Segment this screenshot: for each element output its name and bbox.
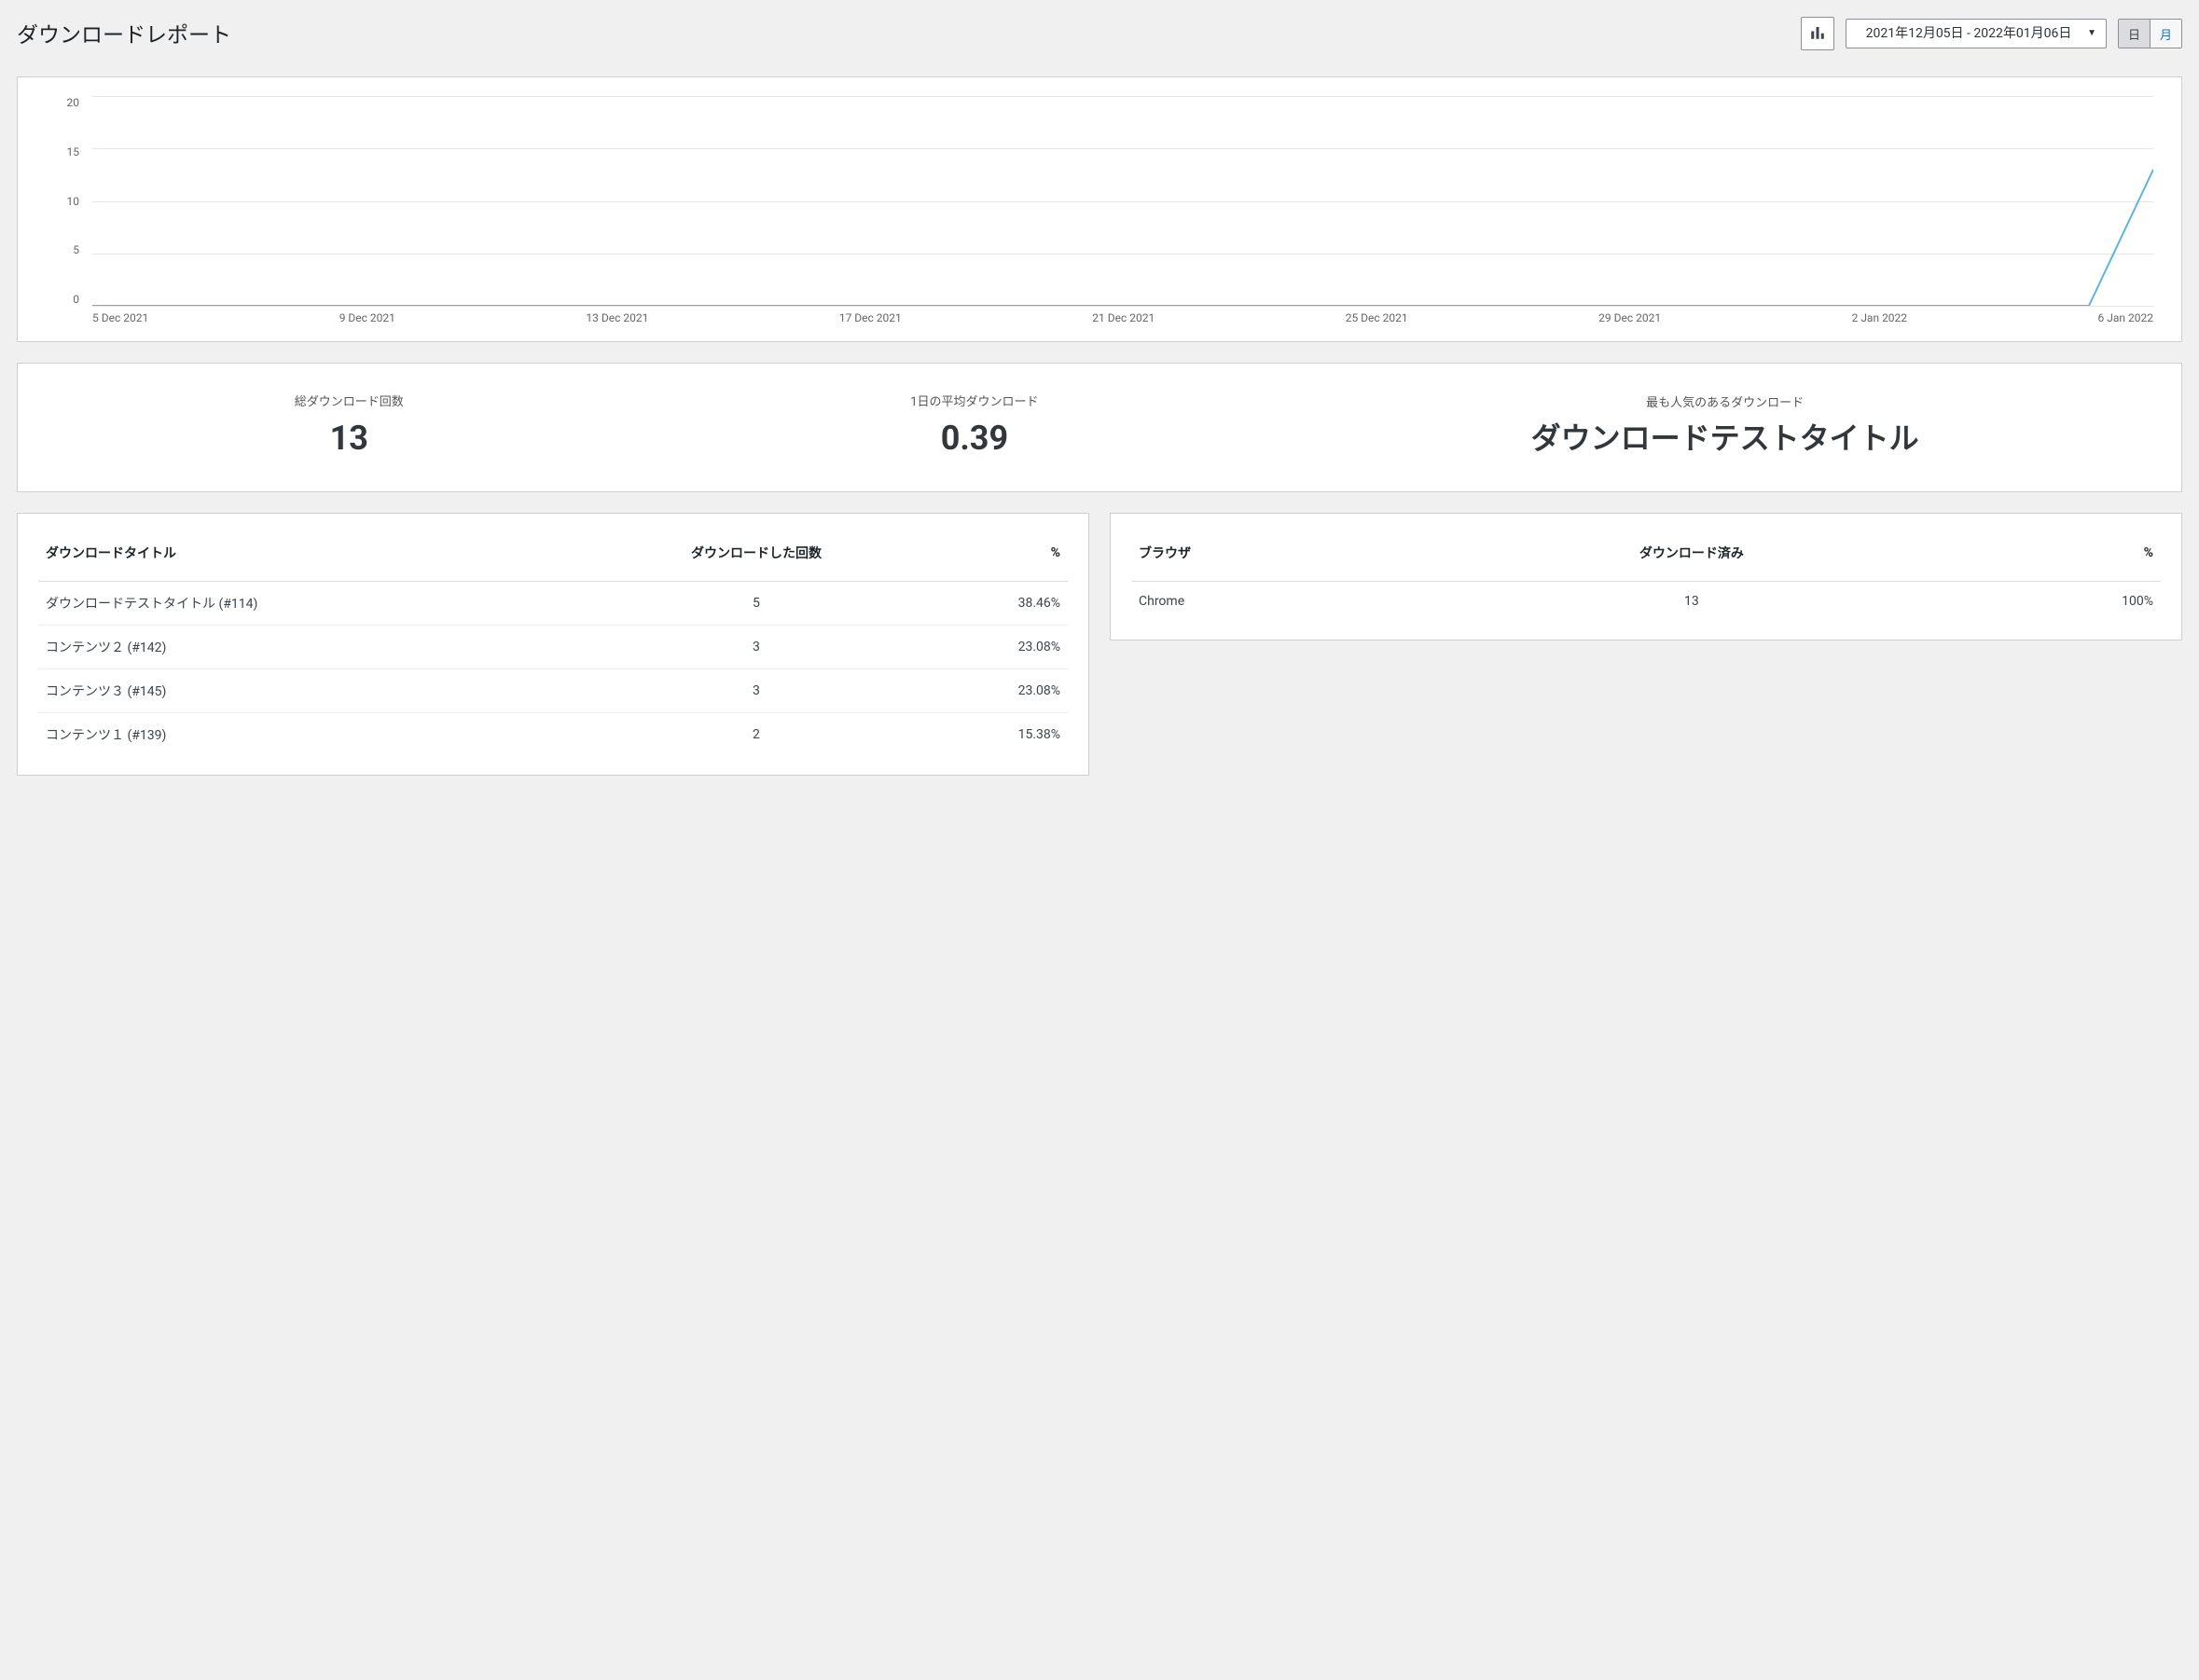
gridline bbox=[92, 306, 2153, 307]
chart-line-svg bbox=[92, 96, 2153, 306]
cell-pct: 23.08% bbox=[931, 669, 1068, 713]
col-browser: ブラウザ bbox=[1131, 532, 1428, 582]
browser-table-card: ブラウザ ダウンロード済み % Chrome13100% bbox=[1110, 513, 2182, 640]
cell-count: 3 bbox=[582, 626, 931, 669]
chart-type-button[interactable] bbox=[1801, 17, 1834, 50]
y-tick-label: 0 bbox=[46, 293, 79, 306]
chart-card: 20 15 10 5 0 5 Dec 2021 9 Dec 2021 13 Dec 2021… bbox=[17, 76, 2182, 342]
table-row: Chrome13100% bbox=[1131, 582, 2161, 622]
period-day-button[interactable]: 日 bbox=[2119, 20, 2151, 48]
titles-table-card: ダウンロードタイトル ダウンロードした回数 % ダウンロードテストタイトル (#… bbox=[17, 513, 1089, 776]
cell-title: コンテンツ１ (#139) bbox=[38, 713, 582, 757]
x-tick-label: 5 Dec 2021 bbox=[92, 311, 148, 324]
cell-pct: 23.08% bbox=[931, 626, 1068, 669]
titles-table: ダウンロードタイトル ダウンロードした回数 % ダウンロードテストタイトル (#… bbox=[38, 532, 1068, 756]
summary-popular-label: 最も人気のあるダウンロード bbox=[1287, 392, 2163, 410]
col-title: ダウンロードタイトル bbox=[38, 532, 582, 582]
table-header-row: ダウンロードタイトル ダウンロードした回数 % bbox=[38, 532, 1068, 582]
x-tick-label: 13 Dec 2021 bbox=[586, 311, 648, 324]
summary-total: 総ダウンロード回数 13 bbox=[36, 392, 662, 458]
bar-chart-icon bbox=[1809, 24, 1826, 44]
cell-count: 2 bbox=[582, 713, 931, 757]
period-month-button[interactable]: 月 bbox=[2151, 20, 2181, 48]
chart-plot bbox=[92, 96, 2153, 306]
chart-series-line bbox=[92, 170, 2153, 306]
table-row: コンテンツ１ (#139)215.38% bbox=[38, 713, 1068, 757]
cell-title: コンテンツ２ (#142) bbox=[38, 626, 582, 669]
summary-card: 総ダウンロード回数 13 1日の平均ダウンロード 0.39 最も人気のあるダウン… bbox=[17, 363, 2182, 492]
cell-title: コンテンツ３ (#145) bbox=[38, 669, 582, 713]
header-controls: 2021年12月05日 - 2022年01月06日 日 月 bbox=[1801, 17, 2182, 50]
chart-y-axis: 20 15 10 5 0 bbox=[46, 96, 92, 306]
table-row: コンテンツ３ (#145)323.08% bbox=[38, 669, 1068, 713]
chart-area: 20 15 10 5 0 5 Dec 2021 9 Dec 2021 13 Dec 2021… bbox=[46, 96, 2153, 324]
x-tick-label: 2 Jan 2022 bbox=[1852, 311, 1907, 324]
cell-title: ダウンロードテストタイトル (#114) bbox=[38, 582, 582, 626]
col-count: ダウンロード済み bbox=[1428, 532, 1956, 582]
y-tick-label: 5 bbox=[46, 243, 79, 256]
x-tick-label: 6 Jan 2022 bbox=[2098, 311, 2153, 324]
cell-count: 5 bbox=[582, 582, 931, 626]
cell-pct: 100% bbox=[1956, 582, 2161, 622]
col-pct: % bbox=[1956, 532, 2161, 582]
tables-row: ダウンロードタイトル ダウンロードした回数 % ダウンロードテストタイトル (#… bbox=[17, 513, 2182, 776]
cell-pct: 38.46% bbox=[931, 582, 1068, 626]
x-tick-label: 21 Dec 2021 bbox=[1092, 311, 1155, 324]
page-header: ダウンロードレポート 2021年12月05日 - 2022年01月06日 日 月 bbox=[17, 17, 2182, 50]
summary-total-label: 総ダウンロード回数 bbox=[36, 392, 662, 409]
cell-browser: Chrome bbox=[1131, 582, 1428, 622]
x-tick-label: 25 Dec 2021 bbox=[1346, 311, 1408, 324]
date-range-picker[interactable]: 2021年12月05日 - 2022年01月06日 bbox=[1846, 19, 2107, 48]
x-tick-label: 29 Dec 2021 bbox=[1598, 311, 1661, 324]
chart-x-axis: 5 Dec 2021 9 Dec 2021 13 Dec 2021 17 Dec 20… bbox=[92, 311, 2153, 324]
summary-popular-value: ダウンロードテストタイトル bbox=[1287, 420, 2163, 457]
summary-avg-value: 0.39 bbox=[662, 419, 1288, 458]
col-pct: % bbox=[931, 532, 1068, 582]
summary-total-value: 13 bbox=[36, 419, 662, 458]
cell-count: 3 bbox=[582, 669, 931, 713]
table-row: コンテンツ２ (#142)323.08% bbox=[38, 626, 1068, 669]
x-tick-label: 9 Dec 2021 bbox=[339, 311, 395, 324]
summary-popular: 最も人気のあるダウンロード ダウンロードテストタイトル bbox=[1287, 392, 2163, 457]
table-header-row: ブラウザ ダウンロード済み % bbox=[1131, 532, 2161, 582]
y-tick-label: 10 bbox=[46, 195, 79, 208]
cell-pct: 15.38% bbox=[931, 713, 1068, 757]
y-tick-label: 15 bbox=[46, 145, 79, 158]
browser-table: ブラウザ ダウンロード済み % Chrome13100% bbox=[1131, 532, 2161, 621]
col-count: ダウンロードした回数 bbox=[582, 532, 931, 582]
summary-avg: 1日の平均ダウンロード 0.39 bbox=[662, 392, 1288, 458]
cell-count: 13 bbox=[1428, 582, 1956, 622]
page-title: ダウンロードレポート bbox=[17, 17, 231, 48]
y-tick-label: 20 bbox=[46, 96, 79, 109]
period-toggle: 日 月 bbox=[2118, 19, 2182, 48]
x-tick-label: 17 Dec 2021 bbox=[839, 311, 902, 324]
table-row: ダウンロードテストタイトル (#114)538.46% bbox=[38, 582, 1068, 626]
summary-avg-label: 1日の平均ダウンロード bbox=[662, 392, 1288, 409]
